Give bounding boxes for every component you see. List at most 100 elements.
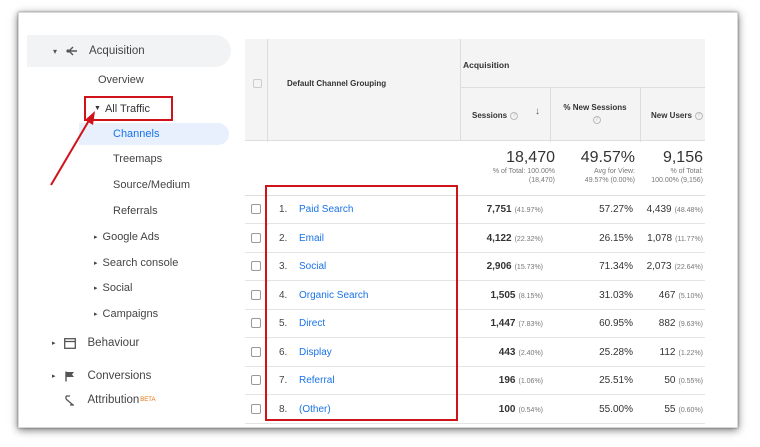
- column-header-sessions[interactable]: Sessions?: [472, 111, 519, 120]
- row-checkbox[interactable]: [251, 318, 261, 328]
- row-checkbox[interactable]: [251, 289, 261, 300]
- row-checkbox[interactable]: [251, 204, 261, 214]
- new-users-percent: (9.63%): [678, 321, 703, 328]
- sessions-percent: (41.97%): [514, 207, 543, 214]
- sessions-value: 443: [498, 346, 516, 358]
- sessions-value: 1,447: [490, 318, 516, 329]
- new-users-value: 467: [658, 289, 676, 301]
- new-users-value: 882: [658, 318, 676, 329]
- sessions-cell: 1,505 (8.15%): [490, 290, 543, 301]
- sidebar-item-label: Google Ads: [102, 231, 160, 243]
- sidebar-item-label: Search console: [102, 257, 179, 269]
- sessions-percent: (2.40%): [518, 349, 543, 357]
- sessions-cell: 100 (0.54%): [499, 404, 543, 415]
- acquisition-icon: [66, 46, 77, 56]
- sessions-percent: (7.83%): [518, 321, 543, 328]
- sidebar: ▾ Acquisition Overview ▼ All Traffic Cha…: [19, 13, 234, 427]
- total-value: 9,156: [662, 149, 703, 166]
- new-users-cell: 2,073 (22.64%): [647, 261, 703, 272]
- new-users-cell: 4,439 (48.48%): [647, 204, 703, 215]
- sessions-value: 1,505: [490, 289, 516, 301]
- caret-right-icon: ▸: [94, 260, 98, 267]
- sidebar-item-source-medium[interactable]: Source/Medium: [113, 179, 190, 191]
- sidebar-item-behaviour[interactable]: ▸ Behaviour: [52, 337, 139, 349]
- sidebar-item-treemaps[interactable]: Treemaps: [113, 153, 162, 165]
- sessions-value: 2,906: [486, 261, 512, 272]
- new-users-value: 1,078: [647, 232, 673, 244]
- table-header: [245, 39, 705, 141]
- sidebar-item-overview[interactable]: Overview: [98, 74, 144, 86]
- sidebar-item-attribution[interactable]: ▸ AttributionBETA: [52, 394, 156, 406]
- new-users-percent: (5.10%): [678, 292, 703, 300]
- row-checkbox[interactable]: [251, 232, 261, 243]
- total-new-users: 9,156 % of Total: 100.00% (9,156): [651, 149, 703, 185]
- row-checkbox[interactable]: [251, 261, 261, 271]
- sidebar-item-label: Campaigns: [102, 308, 159, 320]
- sessions-percent: (22.32%): [514, 235, 543, 243]
- new-sessions-cell: 25.51%: [599, 375, 633, 386]
- new-sessions-cell: 55.00%: [599, 403, 633, 415]
- column-header-new-sessions[interactable]: % New Sessions?: [550, 103, 640, 124]
- help-icon[interactable]: ?: [510, 111, 519, 120]
- row-checkbox[interactable]: [251, 346, 261, 357]
- sort-descending-icon[interactable]: ↓: [535, 106, 540, 117]
- flag-icon: [64, 371, 74, 381]
- total-note: 49.57% (0.00%): [584, 177, 635, 184]
- select-all-checkbox[interactable]: [253, 79, 262, 88]
- new-sessions-cell: 25.28%: [599, 346, 633, 358]
- new-users-percent: (0.55%): [678, 378, 703, 385]
- total-note: % of Total: 100.00%: [492, 168, 555, 175]
- sidebar-item-conversions[interactable]: ▸ Conversions: [52, 370, 151, 382]
- beta-badge: BETA: [140, 397, 156, 403]
- sidebar-item-search-console[interactable]: ▸ Search console: [94, 257, 178, 269]
- sidebar-item-label: Behaviour: [87, 337, 140, 349]
- new-users-value: 50: [664, 375, 676, 386]
- caret-right-icon: ▸: [94, 285, 98, 292]
- row-checkbox[interactable]: [251, 375, 261, 385]
- caret-right-icon: ▸: [52, 373, 56, 380]
- caret-right-icon: ▸: [94, 311, 98, 318]
- new-users-percent: (48.48%): [674, 207, 703, 214]
- new-users-cell: 467 (5.10%): [659, 290, 703, 301]
- sessions-percent: (0.54%): [518, 406, 543, 414]
- behaviour-icon: [63, 337, 76, 349]
- sidebar-item-referrals[interactable]: Referrals: [113, 205, 158, 217]
- row-checkbox[interactable]: [251, 403, 261, 414]
- new-sessions-cell: 57.27%: [599, 204, 633, 215]
- new-users-cell: 50 (0.55%): [664, 375, 703, 386]
- sessions-cell: 443 (2.40%): [499, 347, 543, 358]
- sessions-cell: 196 (1.06%): [499, 375, 543, 386]
- sidebar-item-campaigns[interactable]: ▸ Campaigns: [94, 308, 158, 320]
- column-header-label: New Users: [651, 111, 692, 120]
- divider: [460, 87, 705, 88]
- sidebar-item-acquisition[interactable]: ▾ Acquisition: [27, 35, 231, 67]
- highlight-box: [265, 185, 458, 421]
- sessions-percent: (8.15%): [518, 292, 543, 300]
- sessions-value: 100: [498, 403, 516, 415]
- annotation-arrow-icon: [50, 111, 95, 186]
- new-users-cell: 882 (9.63%): [659, 318, 703, 329]
- new-users-percent: (0.60%): [678, 406, 703, 414]
- sidebar-item-label: Social: [102, 282, 133, 294]
- sidebar-item-google-ads[interactable]: ▸ Google Ads: [94, 231, 159, 243]
- sessions-value: 196: [498, 375, 516, 386]
- total-note: % of Total:: [670, 168, 703, 175]
- sessions-cell: 7,751 (41.97%): [487, 204, 543, 215]
- help-icon[interactable]: ?: [592, 116, 601, 124]
- new-users-percent: (22.64%): [674, 264, 703, 271]
- divider: [460, 39, 461, 141]
- column-header-new-users[interactable]: New Users?: [651, 111, 703, 120]
- help-icon[interactable]: ?: [694, 111, 703, 120]
- caret-right-icon: ▸: [52, 340, 56, 347]
- column-header-dimension[interactable]: Default Channel Grouping: [287, 79, 386, 88]
- caret-right-icon: ▸: [94, 234, 98, 241]
- attribution-icon: [64, 394, 74, 406]
- total-sessions: 18,470 % of Total: 100.00% (18,470): [493, 149, 555, 185]
- new-users-value: 2,073: [646, 261, 672, 272]
- total-value: 49.57%: [580, 149, 635, 166]
- sidebar-item-channels[interactable]: Channels: [79, 123, 229, 145]
- new-sessions-cell: 60.95%: [599, 318, 633, 329]
- column-header-label: Sessions: [472, 111, 508, 120]
- total-note: Avg for View:: [594, 168, 635, 175]
- sidebar-item-social[interactable]: ▸ Social: [94, 282, 132, 294]
